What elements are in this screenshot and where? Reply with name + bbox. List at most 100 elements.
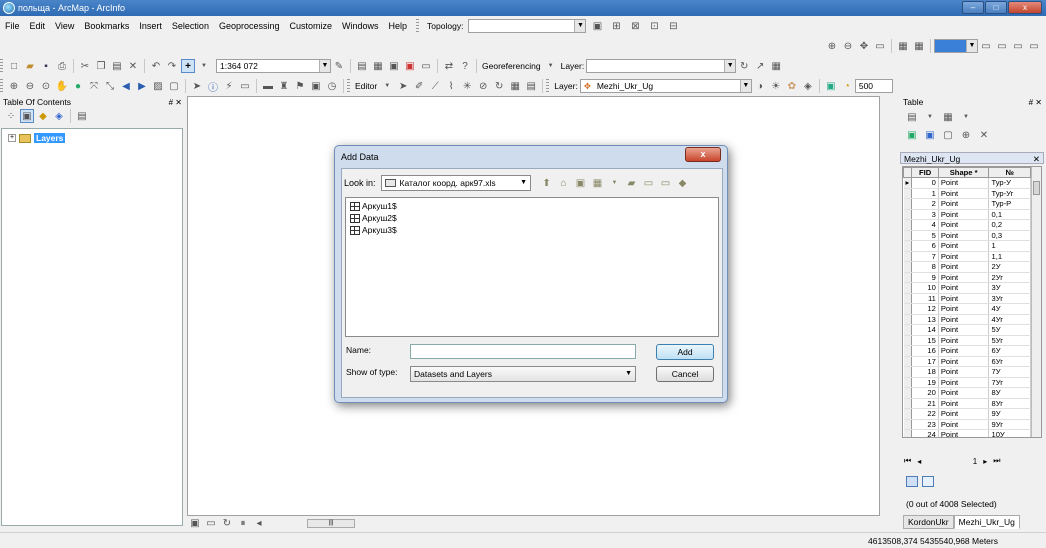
column-header-number[interactable]: № (988, 167, 1031, 178)
pause-drawing-icon[interactable]: ⏸ (236, 516, 250, 530)
list-item[interactable]: Аркуш3$ (346, 224, 718, 236)
show-selected-records-icon[interactable] (922, 476, 934, 487)
measure-icon[interactable]: ▬ (261, 79, 275, 93)
menu-help[interactable]: Help (384, 21, 413, 31)
table-row[interactable]: 1 Point Тур-Уг (903, 188, 1031, 199)
row-selector[interactable] (903, 335, 913, 346)
menu-windows[interactable]: Windows (337, 21, 384, 31)
table-row[interactable]: 12 Point 4У (903, 303, 1031, 315)
show-all-records-icon[interactable] (906, 476, 918, 487)
row-selector[interactable] (903, 261, 913, 273)
table-row[interactable]: 14 Point 5У (903, 324, 1031, 336)
tab-mezhi-ukr-ug[interactable]: Mezhi_Ukr_Ug (953, 515, 1020, 529)
row-selector[interactable] (903, 240, 913, 252)
row-selector[interactable] (903, 314, 913, 325)
table-row[interactable]: 4 Point 0,2 (903, 219, 1031, 231)
layout-view-icon[interactable]: ▭ (1011, 39, 1025, 53)
menu-edit[interactable]: Edit (25, 21, 51, 31)
connect-folder-icon[interactable]: ▣ (574, 176, 588, 190)
identify-icon[interactable]: ⓘ (206, 79, 220, 94)
horizontal-scrollbar[interactable]: ||| (307, 518, 355, 528)
clear-selection-icon[interactable]: ▢ (941, 128, 955, 142)
row-selector[interactable] (903, 272, 913, 283)
row-selector[interactable] (903, 387, 913, 399)
brightness-icon[interactable]: ☀ (769, 79, 783, 93)
row-selector[interactable] (903, 345, 913, 357)
chevron-down-icon[interactable]: ▼ (608, 176, 622, 190)
rotate-icon[interactable]: ↻ (737, 59, 751, 73)
next-record-icon[interactable]: ▸ (983, 457, 987, 466)
list-by-selection-icon[interactable]: ◈ (52, 109, 66, 123)
table-row[interactable]: 13 Point 4Уг (903, 314, 1031, 325)
html-popup-icon[interactable]: ▭ (238, 79, 252, 93)
folder-options-icon[interactable]: ▭ (659, 176, 673, 190)
up-one-level-icon[interactable]: ⬆ (540, 176, 554, 190)
vertical-scrollbar[interactable] (1031, 167, 1041, 437)
effects-layer-dropdown[interactable]: ✥ Mezhi_Ukr_Ug ▼ (579, 79, 752, 93)
scroll-left-icon[interactable]: ◂ (252, 516, 266, 530)
close-window-button[interactable]: x (1008, 1, 1042, 14)
name-input[interactable] (410, 344, 636, 359)
toolbar-grip[interactable] (347, 79, 350, 93)
row-selector[interactable] (903, 282, 913, 294)
row-selector[interactable] (903, 408, 913, 420)
row-selector[interactable] (903, 188, 913, 199)
edit-annotation-icon[interactable]: ✐ (412, 79, 426, 93)
grid-icon[interactable]: ▦ (912, 39, 926, 53)
topology-tool-icon[interactable]: ▣ (590, 19, 604, 33)
data-view-icon[interactable]: ▣ (188, 516, 202, 530)
back-arrow-icon[interactable]: ◀ (119, 79, 133, 93)
row-selector[interactable] (903, 219, 913, 231)
table-row[interactable]: 3 Point 0,1 (903, 209, 1031, 220)
split-icon[interactable]: ⊘ (476, 79, 490, 93)
table-row[interactable]: 10 Point 3У (903, 282, 1031, 294)
menu-insert[interactable]: Insert (134, 21, 167, 31)
editor-menu[interactable]: Editor (355, 81, 377, 91)
select-elements-arrow-icon[interactable]: ➤ (190, 79, 204, 93)
layout-view-icon[interactable]: ▭ (1027, 39, 1041, 53)
time-slider-icon[interactable]: ◷ (325, 79, 339, 93)
fixed-zoom-in-icon[interactable]: ⤧ (87, 79, 101, 93)
chevron-down-icon[interactable]: ▼ (544, 59, 558, 73)
delete-icon[interactable]: ✕ (126, 59, 140, 73)
scrollbar-thumb[interactable] (1033, 181, 1040, 195)
zoom-in-fixed-icon[interactable]: ⊕ (825, 39, 839, 53)
database-icon[interactable]: ◆ (676, 176, 690, 190)
clear-selection-icon[interactable]: ▢ (167, 79, 181, 93)
table-row[interactable]: 24 Point 10У (903, 429, 1031, 437)
contrast-icon[interactable]: ◑ (753, 79, 767, 93)
chevron-down-icon[interactable]: ▼ (380, 79, 394, 93)
new-folder-icon[interactable]: ▰ (625, 176, 639, 190)
layout-view-icon[interactable]: ▭ (979, 39, 993, 53)
tab-kordonukr[interactable]: KordonUkr (903, 515, 954, 529)
row-selector[interactable] (903, 377, 913, 388)
row-selector[interactable] (903, 198, 913, 210)
show-type-dropdown[interactable]: Datasets and Layers ▼ (410, 366, 636, 382)
search-window-icon[interactable]: ▣ (387, 59, 401, 73)
table-row[interactable]: 22 Point 9У (903, 408, 1031, 420)
table-row[interactable]: 6 Point 1 (903, 240, 1031, 252)
table-row[interactable]: 8 Point 2У (903, 261, 1031, 273)
print-icon[interactable]: ⎙ (55, 59, 69, 73)
layers-label[interactable]: Layers (34, 133, 66, 143)
topology-error-icon[interactable]: ⊟ (666, 19, 680, 33)
table-row[interactable]: 16 Point 6У (903, 345, 1031, 357)
page-icon[interactable]: ▭ (873, 39, 887, 53)
rotate-edit-icon[interactable]: ↻ (492, 79, 506, 93)
table-row[interactable]: 19 Point 7Уг (903, 377, 1031, 388)
list-item[interactable]: Аркуш1$ (346, 200, 718, 212)
row-selector[interactable] (903, 251, 913, 262)
column-header-fid[interactable]: FID (911, 167, 939, 178)
zoom-in-icon[interactable]: ⊕ (7, 79, 21, 93)
row-selector[interactable] (903, 230, 913, 241)
find-route-icon[interactable]: ⚑ (293, 79, 307, 93)
paste-icon[interactable]: ▤ (110, 59, 124, 73)
cut-icon[interactable]: ✂ (78, 59, 92, 73)
menu-customize[interactable]: Customize (285, 21, 338, 31)
minimize-button[interactable]: – (962, 1, 984, 14)
refresh-icon[interactable]: ▣ (824, 79, 838, 93)
toc-panel-controls[interactable]: # ✕ (169, 98, 186, 107)
copy-icon[interactable]: ❐ (94, 59, 108, 73)
topology-dropdown[interactable]: ▼ (468, 19, 587, 33)
table-row[interactable]: 7 Point 1,1 (903, 251, 1031, 262)
